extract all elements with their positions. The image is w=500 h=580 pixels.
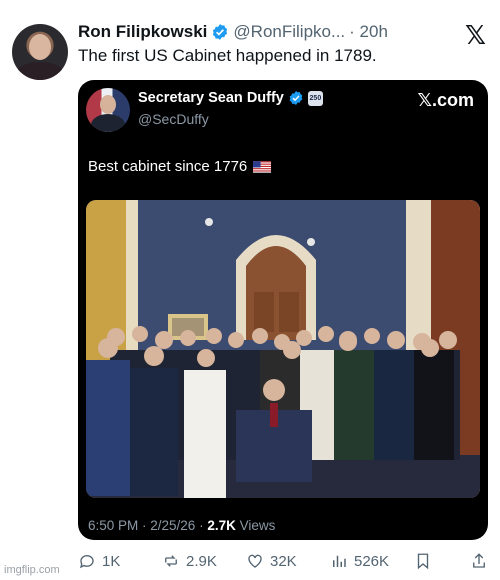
imgflip-watermark: imgflip.com bbox=[4, 564, 60, 576]
repost-count: 2.9K bbox=[186, 552, 217, 570]
tweet: Ron Filipkowski @RonFilipko... · 20h 𝕏 T… bbox=[0, 0, 500, 580]
like-button[interactable]: 32K bbox=[246, 552, 297, 570]
embedded-author-name: Secretary Sean Duffy bbox=[138, 90, 284, 106]
x-logo-icon[interactable]: 𝕏 bbox=[465, 20, 486, 51]
embedded-post-header: Secretary Sean Duffy 250 bbox=[138, 90, 323, 106]
reply-icon bbox=[79, 555, 94, 569]
reply-count: 1K bbox=[102, 552, 121, 570]
bookmark-button[interactable] bbox=[414, 552, 432, 570]
embedded-author-handle: @SecDuffy bbox=[138, 111, 209, 127]
analytics-icon bbox=[333, 555, 346, 567]
embedded-post-timestamp: 6:50 PM · 2/25/26 · bbox=[88, 518, 208, 533]
author-name[interactable]: Ron Filipkowski bbox=[78, 22, 207, 42]
x-dot-com-logo: 𝕏.com bbox=[417, 90, 474, 110]
embedded-post-text-row: Best cabinet since 1776 bbox=[88, 158, 272, 175]
repost-icon bbox=[165, 555, 177, 567]
tweet-actions: 1K 2.9K 32K 526K bbox=[78, 552, 490, 576]
embedded-author-avatar bbox=[86, 88, 130, 132]
verified-badge-icon bbox=[213, 24, 228, 40]
group-photo-illustration bbox=[86, 200, 480, 498]
post-time[interactable]: · 20h bbox=[349, 22, 388, 42]
tweet-header: Ron Filipkowski @RonFilipko... · 20h bbox=[78, 22, 388, 42]
share-button[interactable] bbox=[470, 552, 488, 570]
us-flag-icon bbox=[253, 160, 272, 173]
group-photo[interactable] bbox=[86, 200, 480, 498]
embedded-post-meta: 6:50 PM · 2/25/26 · 2.7K Views bbox=[88, 518, 275, 533]
government-affiliation-badge-icon: 250 bbox=[307, 90, 323, 106]
embedded-post-screenshot[interactable]: Secretary Sean Duffy 250 @SecDuffy 𝕏.com… bbox=[78, 80, 488, 540]
repost-button[interactable]: 2.9K bbox=[162, 552, 217, 570]
share-icon bbox=[473, 553, 485, 568]
author-avatar[interactable] bbox=[12, 24, 68, 80]
author-handle[interactable]: @RonFilipko... bbox=[233, 22, 345, 42]
like-count: 32K bbox=[270, 552, 297, 570]
embedded-views-count: 2.7K bbox=[207, 518, 236, 533]
verified-badge-icon bbox=[289, 91, 303, 105]
embedded-views-label: Views bbox=[235, 518, 276, 533]
reply-button[interactable]: 1K bbox=[78, 552, 120, 570]
tweet-text: The first US Cabinet happened in 1789. bbox=[78, 46, 377, 65]
heart-icon bbox=[248, 554, 262, 568]
views-count: 526K bbox=[354, 552, 390, 570]
views-button[interactable]: 526K bbox=[330, 552, 389, 570]
bookmark-icon bbox=[417, 553, 429, 570]
embedded-post-text: Best cabinet since 1776 bbox=[88, 158, 248, 175]
